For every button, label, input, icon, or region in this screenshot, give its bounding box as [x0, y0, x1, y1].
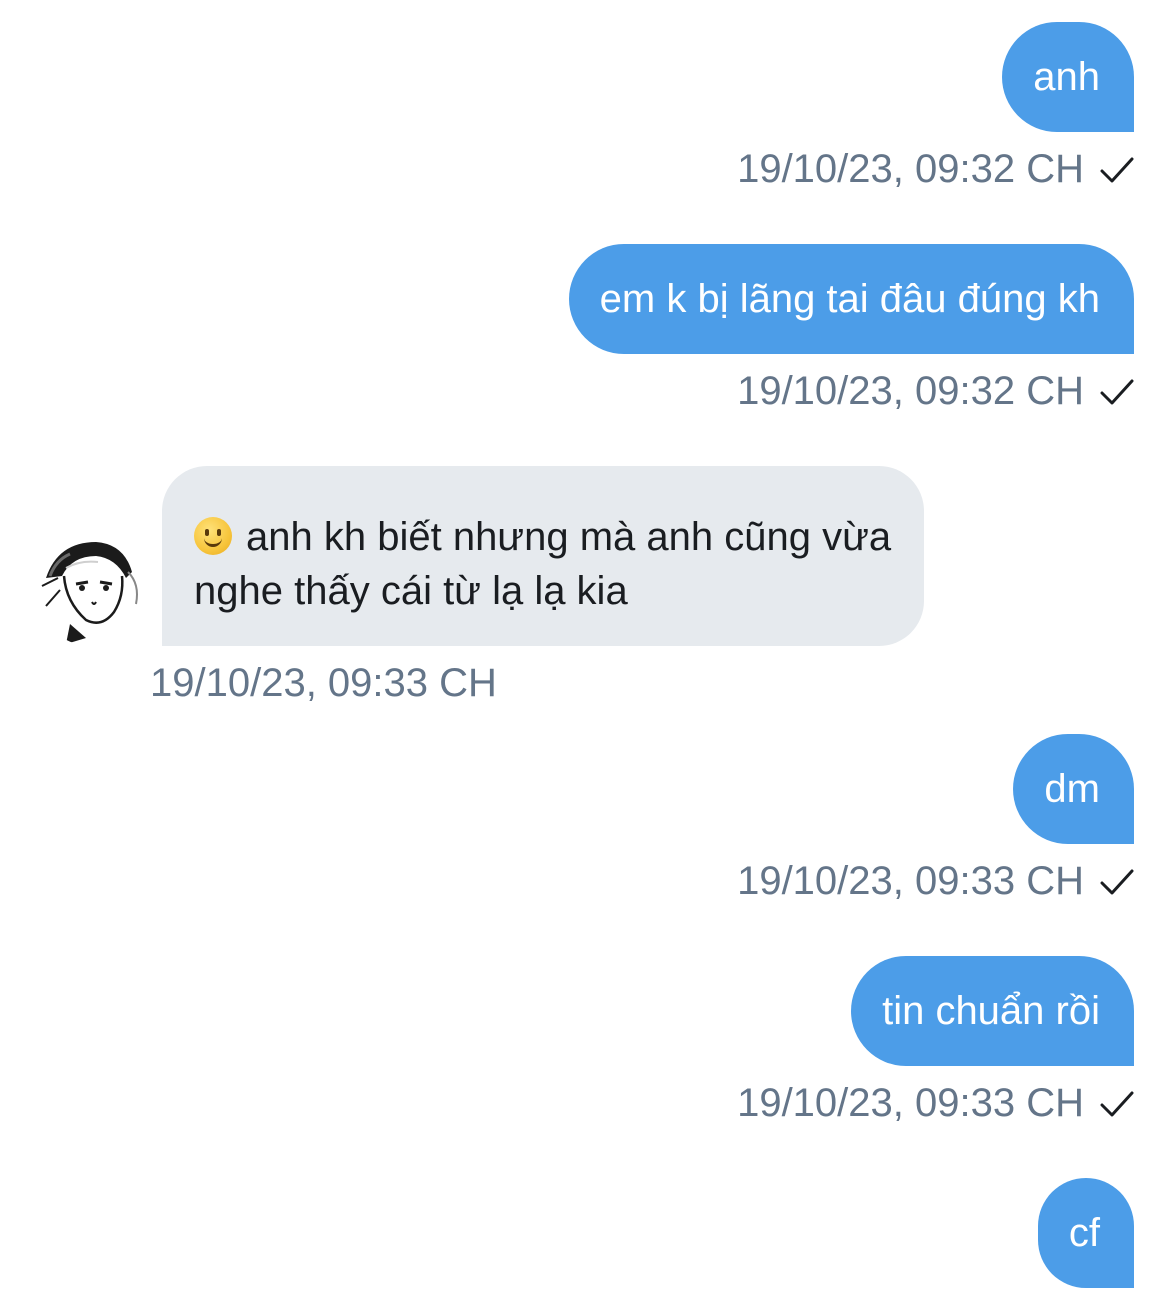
message-timestamp: 19/10/23, 09:32 CH: [737, 147, 1084, 191]
message-text: em k bị lãng tai đâu đúng kh: [599, 277, 1100, 321]
message-meta: 19/10/23, 09:32 CH: [737, 368, 1134, 414]
message-meta: 19/10/23, 09:32 CH: [737, 146, 1134, 192]
message-text: anh: [1033, 55, 1100, 99]
check-icon: [1100, 869, 1134, 895]
message-timestamp: 19/10/23, 09:33 CH: [150, 661, 497, 705]
message-thread: anh 19/10/23, 09:32 CH em k bị lãng tai …: [0, 0, 1170, 1308]
check-icon: [1100, 379, 1134, 405]
outgoing-message-bubble[interactable]: tin chuẩn rồi: [851, 956, 1134, 1066]
outgoing-message-bubble[interactable]: anh: [1002, 22, 1134, 132]
message-timestamp: 19/10/23, 09:33 CH: [737, 1081, 1084, 1125]
message-text: tin chuẩn rồi: [882, 989, 1100, 1033]
slightly-smiling-face-icon: [194, 517, 232, 555]
outgoing-message-bubble[interactable]: dm: [1013, 734, 1134, 844]
check-icon: [1100, 157, 1134, 183]
incoming-message-bubble[interactable]: anh kh biết nhưng mà anh cũng vừa nghe t…: [162, 466, 924, 646]
message-meta: 19/10/23, 09:33 CH: [737, 858, 1134, 904]
message-timestamp: 19/10/23, 09:32 CH: [737, 369, 1084, 413]
outgoing-message-bubble[interactable]: cf: [1037, 1178, 1134, 1288]
message-text: dm: [1044, 767, 1100, 811]
message-text: anh kh biết nhưng mà anh cũng vừa nghe t…: [194, 515, 892, 613]
message-timestamp: 19/10/23, 09:33 CH: [737, 859, 1084, 903]
message-meta: 19/10/23, 09:33 CH: [737, 1080, 1134, 1126]
check-icon: [1100, 1091, 1134, 1117]
message-meta: 19/10/23, 09:33 CH: [150, 660, 497, 706]
avatar[interactable]: [36, 532, 146, 646]
outgoing-message-bubble[interactable]: em k bị lãng tai đâu đúng kh: [568, 244, 1134, 354]
message-text: cf: [1068, 1211, 1100, 1255]
manga-style-avatar-icon: [36, 532, 146, 646]
